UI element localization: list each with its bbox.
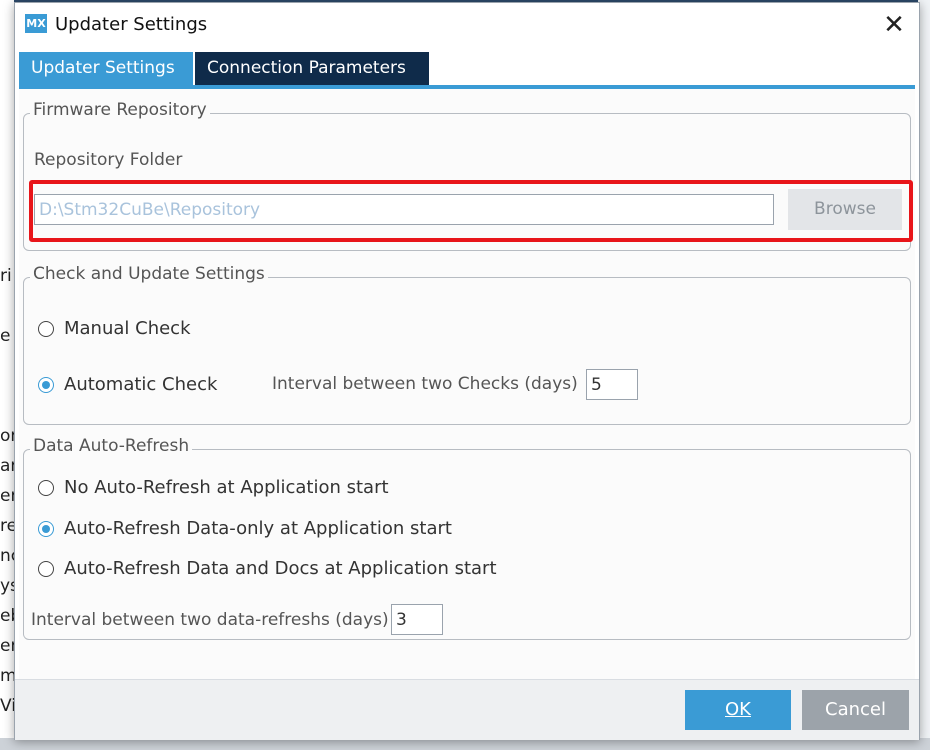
background-left-panel: ri e or ar er re nc ys eb er m Vi [0, 0, 21, 750]
close-button[interactable]: ✕ [877, 9, 911, 41]
repository-folder-label: Repository Folder [34, 150, 183, 170]
tab-content: Firmware Repository Repository Folder Br… [19, 89, 915, 679]
automatic-check-label[interactable]: Automatic Check [64, 374, 217, 395]
dialog-title: Updater Settings [55, 14, 208, 35]
background-text: ri [0, 266, 12, 286]
tab-updater-settings[interactable]: Updater Settings [19, 52, 193, 85]
refresh-interval-input[interactable] [391, 604, 443, 635]
check-interval-label: Interval between two Checks (days) [272, 374, 578, 394]
tab-strip: Updater Settings Connection Parameters [15, 52, 919, 89]
check-interval-input[interactable] [586, 369, 638, 400]
ok-button[interactable]: OK [685, 690, 791, 730]
dialog-titlebar: MX Updater Settings ✕ [15, 3, 919, 47]
close-icon: ✕ [883, 10, 905, 40]
check-update-group: Check and Update Settings Manual Check A… [23, 264, 911, 425]
manual-check-label[interactable]: Manual Check [64, 318, 191, 339]
auto-refresh-data-only-radio[interactable] [38, 521, 54, 537]
no-auto-refresh-radio[interactable] [38, 480, 54, 496]
mx-app-icon: MX [25, 14, 47, 33]
tab-connection-parameters[interactable]: Connection Parameters [195, 52, 429, 85]
background-text: e [0, 326, 11, 346]
check-update-legend: Check and Update Settings [30, 264, 268, 284]
updater-settings-dialog: MX Updater Settings ✕ Updater Settings C… [14, 2, 920, 740]
auto-refresh-data-docs-label[interactable]: Auto-Refresh Data and Docs at Applicatio… [64, 558, 497, 579]
auto-refresh-data-docs-radio[interactable] [38, 561, 54, 577]
automatic-check-radio[interactable] [38, 377, 54, 393]
manual-check-radio[interactable] [38, 321, 54, 337]
highlight-annotation [29, 180, 913, 242]
cancel-button[interactable]: Cancel [802, 690, 909, 730]
dialog-footer: OK Cancel [15, 679, 919, 740]
refresh-interval-label: Interval between two data-refreshs (days… [31, 610, 389, 630]
no-auto-refresh-label[interactable]: No Auto-Refresh at Application start [64, 477, 389, 498]
data-auto-refresh-group: Data Auto-Refresh No Auto-Refresh at App… [23, 436, 911, 640]
auto-refresh-data-only-label[interactable]: Auto-Refresh Data-only at Application st… [64, 518, 452, 539]
firmware-repository-legend: Firmware Repository [30, 100, 210, 120]
data-auto-refresh-legend: Data Auto-Refresh [30, 436, 193, 456]
